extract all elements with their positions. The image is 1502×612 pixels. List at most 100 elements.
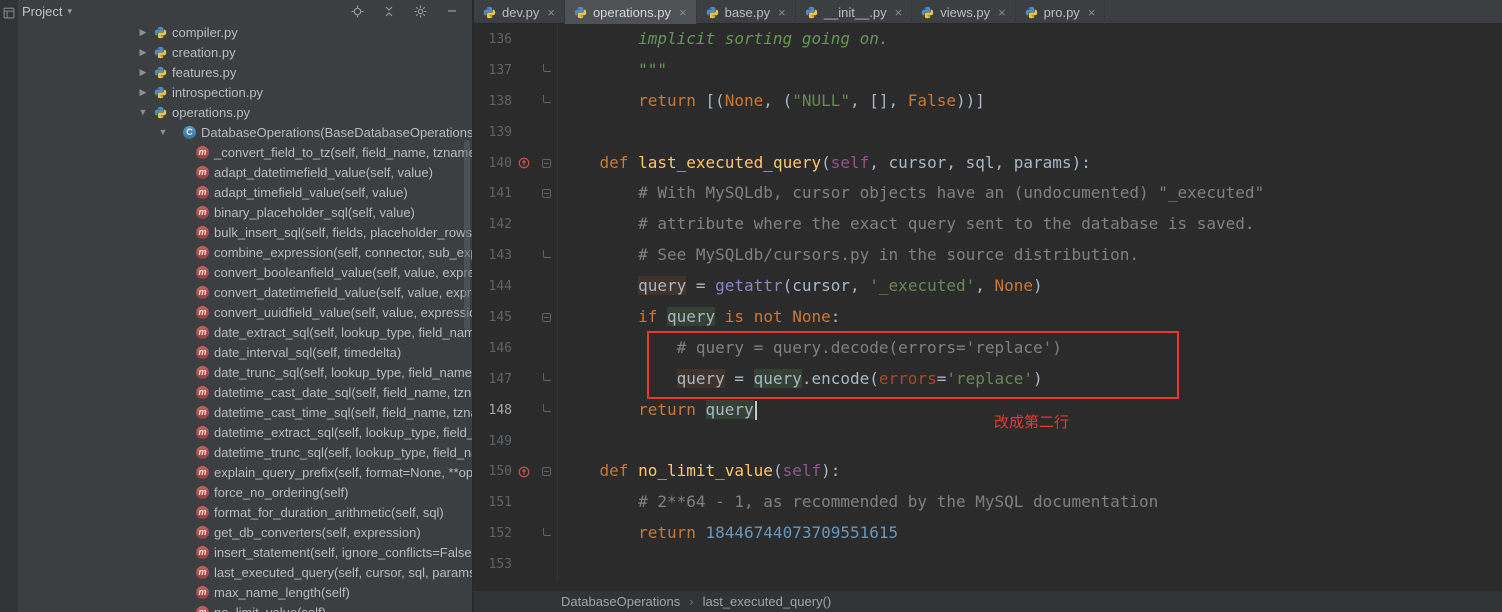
fold-marker[interactable] bbox=[536, 64, 557, 73]
close-icon[interactable]: × bbox=[998, 6, 1006, 19]
fold-marker[interactable] bbox=[536, 373, 557, 382]
tool-window-stripe[interactable] bbox=[0, 0, 18, 612]
fold-marker[interactable] bbox=[536, 95, 557, 104]
breadcrumb-item[interactable]: last_executed_query() bbox=[703, 594, 832, 609]
code-line[interactable]: 144 query = getattr(cursor, '_executed',… bbox=[474, 271, 1502, 303]
fold-marker[interactable] bbox=[536, 249, 557, 258]
code-line[interactable]: 142 # attribute where the exact query se… bbox=[474, 209, 1502, 241]
tree-scrollbar[interactable] bbox=[464, 140, 470, 330]
code-line[interactable]: 153 bbox=[474, 549, 1502, 581]
tree-item[interactable]: ▼ C DatabaseOperations(BaseDatabaseOperati… bbox=[18, 122, 472, 142]
tree-item[interactable]: m binary_placeholder_sql(self, value) bbox=[18, 202, 472, 222]
tree-item[interactable]: m format_for_duration_arithmetic(self, sq… bbox=[18, 502, 472, 522]
tree-item[interactable]: m date_extract_sql(self, lookup_type, fie… bbox=[18, 322, 472, 342]
code-text[interactable]: # attribute where the exact query sent t… bbox=[558, 209, 1255, 240]
expanded-arrow-icon[interactable]: ▼ bbox=[137, 107, 149, 117]
tree-item[interactable]: m datetime_trunc_sql(self, lookup_type, f… bbox=[18, 442, 472, 462]
collapse-all-icon[interactable] bbox=[383, 5, 395, 18]
close-icon[interactable]: × bbox=[778, 6, 786, 19]
tree-item[interactable]: ▼ operations.py bbox=[18, 102, 472, 122]
code-text[interactable] bbox=[558, 549, 561, 580]
tree-item[interactable]: m get_db_converters(self, expression) bbox=[18, 522, 472, 542]
code-text[interactable] bbox=[558, 426, 561, 457]
tree-item[interactable]: m date_trunc_sql(self, lookup_type, field… bbox=[18, 362, 472, 382]
fold-marker[interactable] bbox=[536, 189, 557, 199]
code-line[interactable]: 145 if query is not None: bbox=[474, 302, 1502, 333]
collapsed-arrow-icon[interactable]: ▶ bbox=[137, 27, 149, 38]
code-text[interactable]: return [(None, ("NULL", [], False))] bbox=[558, 86, 985, 117]
close-icon[interactable]: × bbox=[679, 6, 687, 19]
code-text[interactable]: if query is not None: bbox=[558, 302, 840, 333]
overriding-method-icon[interactable] bbox=[512, 466, 536, 478]
fold-marker[interactable] bbox=[536, 527, 557, 536]
code-line[interactable]: 141 # With MySQLdb, cursor objects have … bbox=[474, 178, 1502, 210]
hide-panel-icon[interactable] bbox=[446, 5, 458, 17]
code-line[interactable]: 148 return query bbox=[474, 394, 1502, 426]
code-line[interactable]: 151 # 2**64 - 1, as recommended by the M… bbox=[474, 487, 1502, 519]
project-stripe-icon[interactable] bbox=[3, 6, 15, 24]
code-line[interactable]: 139 bbox=[474, 116, 1502, 148]
close-icon[interactable]: × bbox=[895, 6, 903, 19]
tree-item[interactable]: m bulk_insert_sql(self, fields, placehold… bbox=[18, 222, 472, 242]
locate-icon[interactable] bbox=[351, 5, 364, 18]
tree-item[interactable]: m no_limit_value(self) bbox=[18, 602, 472, 612]
tree-item[interactable]: m explain_query_prefix(self, format=None,… bbox=[18, 462, 472, 482]
code-text[interactable]: # 2**64 - 1, as recommended by the MySQL… bbox=[558, 487, 1158, 518]
tree-item[interactable]: m insert_statement(self, ignore_conflicts… bbox=[18, 542, 472, 562]
code-text[interactable]: # With MySQLdb, cursor objects have an (… bbox=[558, 178, 1264, 209]
fold-marker[interactable] bbox=[536, 467, 557, 477]
tree-item[interactable]: ▶ introspection.py bbox=[18, 82, 472, 102]
expanded-arrow-icon[interactable]: ▼ bbox=[157, 127, 169, 137]
tab-base.py[interactable]: base.py × bbox=[697, 0, 796, 24]
code-line[interactable]: 143 # See MySQLdb/cursors.py in the sour… bbox=[474, 240, 1502, 272]
code-text[interactable]: def no_limit_value(self): bbox=[558, 456, 841, 487]
tree-item[interactable]: m datetime_cast_time_sql(self, field_name… bbox=[18, 402, 472, 422]
tree-item[interactable]: m combine_expression(self, connector, sub… bbox=[18, 242, 472, 262]
editor[interactable]: 改成第二行 136 implicit sorting going on. 137 … bbox=[474, 24, 1502, 590]
tree-item[interactable]: ▶ creation.py bbox=[18, 42, 472, 62]
tree-item[interactable]: m adapt_timefield_value(self, value) bbox=[18, 182, 472, 202]
close-icon[interactable]: × bbox=[1088, 6, 1096, 19]
tab-operations.py[interactable]: operations.py × bbox=[564, 0, 697, 24]
code-line[interactable]: 140 def last_executed_query(self, cursor… bbox=[474, 147, 1502, 179]
code-line[interactable]: 149 bbox=[474, 425, 1502, 457]
fold-marker[interactable] bbox=[536, 312, 557, 322]
fold-marker[interactable] bbox=[536, 158, 557, 168]
code-line[interactable]: 136 implicit sorting going on. bbox=[474, 24, 1502, 55]
tree-item[interactable]: ▶ compiler.py bbox=[18, 22, 472, 42]
code-text[interactable] bbox=[558, 117, 561, 148]
overriding-method-icon[interactable] bbox=[512, 157, 536, 169]
tab-pro.py[interactable]: pro.py × bbox=[1016, 0, 1106, 24]
tree-item[interactable]: ▶ features.py bbox=[18, 62, 472, 82]
tree-item[interactable]: m _convert_field_to_tz(self, field_name, … bbox=[18, 142, 472, 162]
code-text[interactable]: """ bbox=[558, 55, 667, 86]
tab-__init__.py[interactable]: __init__.py × bbox=[796, 0, 913, 24]
tab-views.py[interactable]: views.py × bbox=[912, 0, 1016, 24]
tree-item[interactable]: m convert_booleanfield_value(self, value,… bbox=[18, 262, 472, 282]
tree-item[interactable]: m convert_uuidfield_value(self, value, ex… bbox=[18, 302, 472, 322]
code-text[interactable]: return 18446744073709551615 bbox=[558, 518, 898, 549]
tree-item[interactable]: m date_interval_sql(self, timedelta) bbox=[18, 342, 472, 362]
code-text[interactable]: return query bbox=[558, 395, 757, 426]
tree-item[interactable]: m last_executed_query(self, cursor, sql, … bbox=[18, 562, 472, 582]
tree-item[interactable]: m adapt_datetimefield_value(self, value) bbox=[18, 162, 472, 182]
fold-marker[interactable] bbox=[536, 404, 557, 413]
tree-item[interactable]: m datetime_cast_date_sql(self, field_name… bbox=[18, 382, 472, 402]
code-line[interactable]: 138 return [(None, ("NULL", [], False))] bbox=[474, 85, 1502, 117]
project-title-dropdown[interactable]: Project ▾ bbox=[22, 4, 72, 19]
tab-dev.py[interactable]: dev.py × bbox=[474, 0, 565, 24]
code-line[interactable]: 152 return 18446744073709551615 bbox=[474, 518, 1502, 550]
code-text[interactable]: query = getattr(cursor, '_executed', Non… bbox=[558, 271, 1043, 302]
tree-item[interactable]: m max_name_length(self) bbox=[18, 582, 472, 602]
code-text[interactable]: implicit sorting going on. bbox=[558, 24, 888, 55]
tree-item[interactable]: m datetime_extract_sql(self, lookup_type,… bbox=[18, 422, 472, 442]
close-icon[interactable]: × bbox=[547, 6, 555, 19]
collapsed-arrow-icon[interactable]: ▶ bbox=[137, 67, 149, 78]
code-text[interactable]: def last_executed_query(self, cursor, sq… bbox=[558, 148, 1091, 179]
tree-item[interactable]: m convert_datetimefield_value(self, value… bbox=[18, 282, 472, 302]
breadcrumb-item[interactable]: DatabaseOperations bbox=[561, 594, 680, 609]
settings-icon[interactable] bbox=[414, 5, 427, 18]
code-line[interactable]: 137 """ bbox=[474, 54, 1502, 86]
code-line[interactable]: 150 def no_limit_value(self): bbox=[474, 456, 1502, 488]
tree-item[interactable]: m force_no_ordering(self) bbox=[18, 482, 472, 502]
